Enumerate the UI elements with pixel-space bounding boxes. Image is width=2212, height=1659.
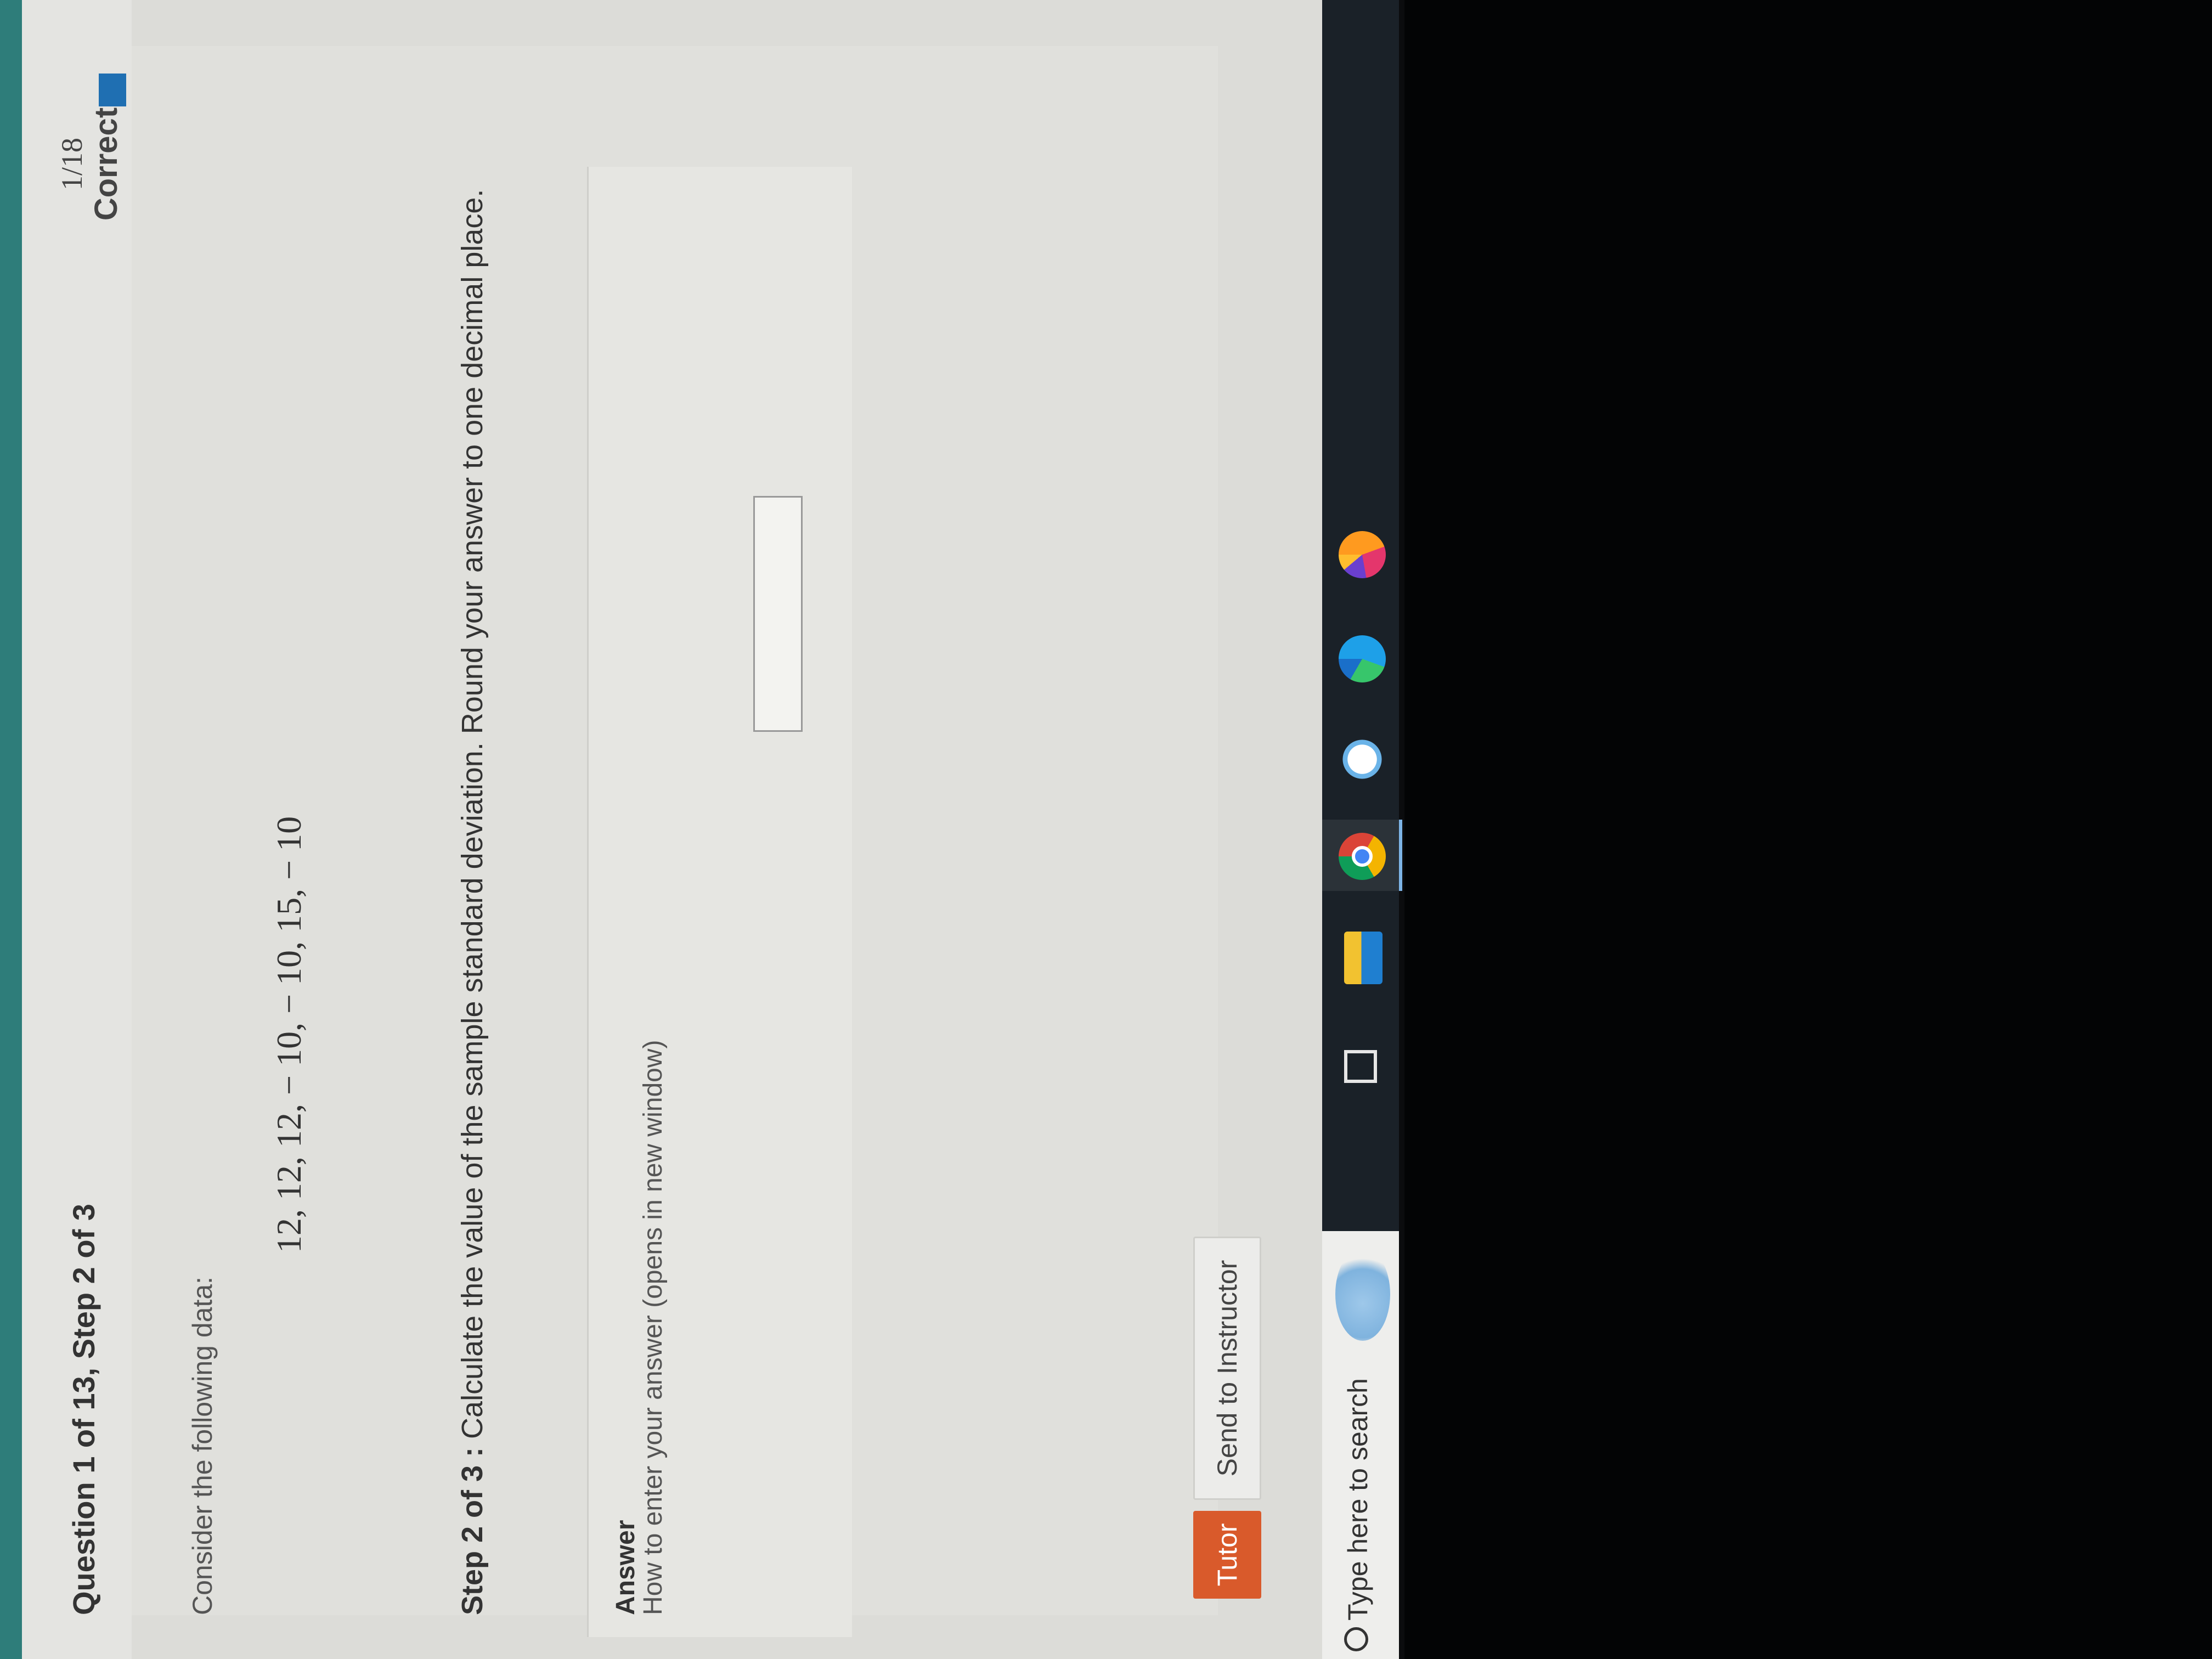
question-status: Correct bbox=[88, 107, 124, 221]
send-to-instructor-button[interactable]: Send to Instructor bbox=[1193, 1237, 1261, 1500]
answer-help-link[interactable]: How to enter your answer (opens in new w… bbox=[638, 1040, 668, 1616]
search-placeholder: Type here to search bbox=[1342, 1378, 1373, 1621]
step-instruction: Step 2 of 3 : Calculate the value of the… bbox=[455, 189, 489, 1615]
answer-input[interactable] bbox=[753, 496, 803, 732]
browser-content: Question 1 of 13, Step 2 of 3 1/18 Corre… bbox=[0, 0, 1322, 1659]
question-content: Consider the following data: 12, 12, 12,… bbox=[132, 46, 1218, 1637]
progress-flag-icon bbox=[99, 74, 126, 106]
problem-intro: Consider the following data: bbox=[187, 1276, 218, 1615]
firefox-icon[interactable] bbox=[1339, 531, 1386, 578]
question-title: Question 1 of 13, Step 2 of 3 bbox=[66, 1204, 101, 1615]
step-text: Calculate the value of the sample standa… bbox=[456, 189, 489, 1447]
photo-stage: Question 1 of 13, Step 2 of 3 1/18 Corre… bbox=[0, 0, 2212, 1659]
weather-icon[interactable] bbox=[1335, 1248, 1390, 1341]
data-values: 12, 12, 12, − 10, − 10, 15, − 10 bbox=[269, 816, 308, 1253]
snipping-tool-icon[interactable] bbox=[1339, 737, 1386, 781]
taskbar: Type here to search bbox=[1322, 0, 1402, 1659]
screen: Question 1 of 13, Step 2 of 3 1/18 Corre… bbox=[0, 0, 1404, 1659]
page-accent-stripe bbox=[0, 0, 22, 1659]
file-explorer-icon[interactable] bbox=[1344, 932, 1383, 984]
search-icon bbox=[1344, 1627, 1368, 1651]
edge-icon[interactable] bbox=[1339, 635, 1386, 682]
chrome-icon[interactable] bbox=[1339, 833, 1386, 880]
question-score: 1/18 bbox=[55, 138, 88, 191]
step-label: Step 2 of 3 : bbox=[456, 1447, 489, 1615]
answer-label: Answer bbox=[611, 1520, 640, 1615]
answer-section: Answer How to enter your answer (opens i… bbox=[587, 167, 852, 1637]
task-view-icon[interactable] bbox=[1344, 1050, 1377, 1083]
question-header: Question 1 of 13, Step 2 of 3 1/18 Corre… bbox=[22, 0, 132, 1659]
tutor-button[interactable]: Tutor bbox=[1193, 1511, 1261, 1599]
taskbar-search[interactable]: Type here to search bbox=[1322, 1231, 1399, 1659]
